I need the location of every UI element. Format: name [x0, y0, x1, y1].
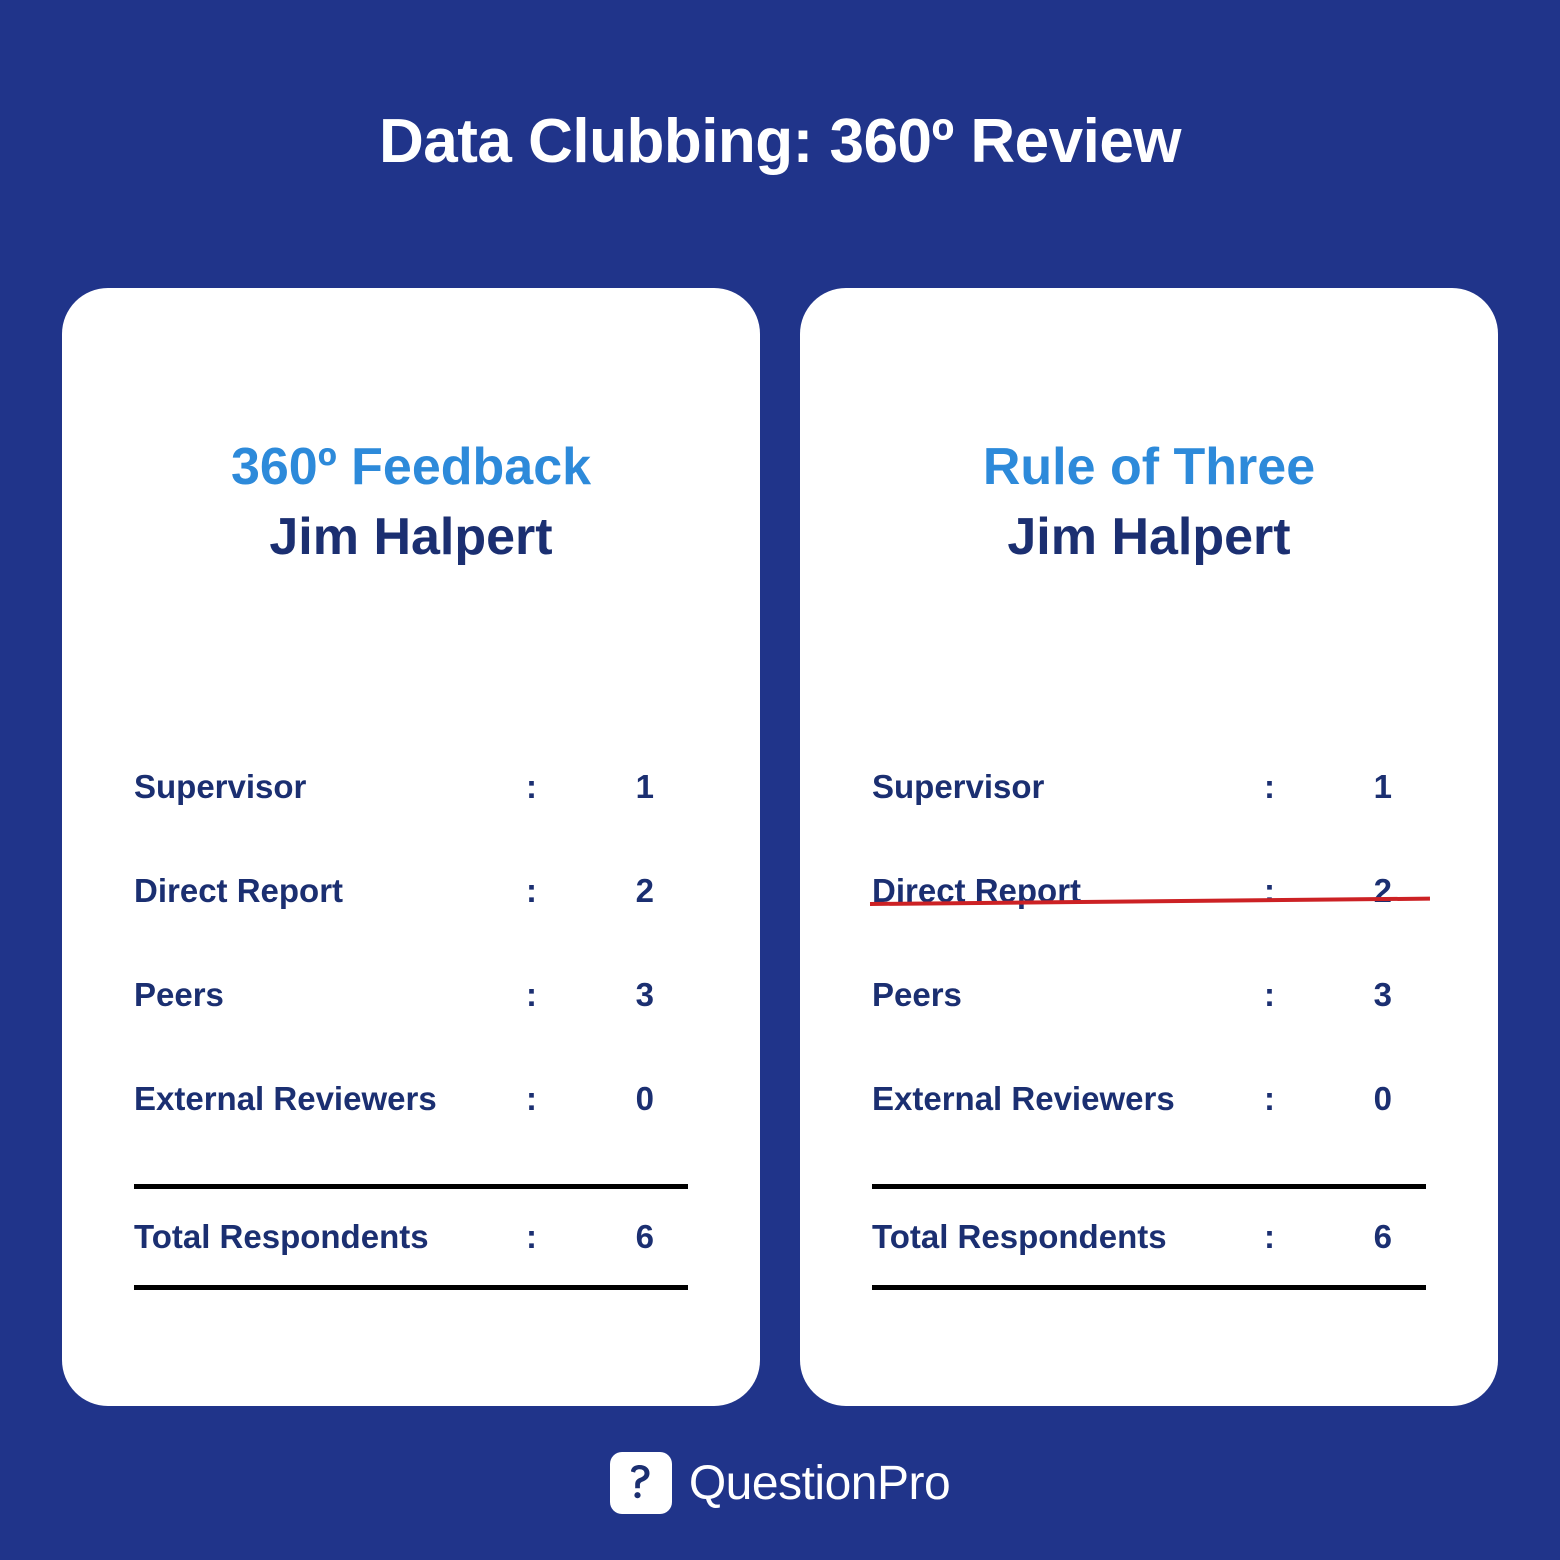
table-row: External Reviewers : 0: [872, 1080, 1426, 1184]
row-label: Peers: [872, 976, 962, 1013]
row-label: Direct Report: [134, 872, 344, 909]
row-value: 0: [1373, 1080, 1392, 1117]
table-row: Supervisor : 1: [134, 768, 688, 872]
total-rule-bottom: [872, 1285, 1426, 1290]
card-container: 360º Feedback Jim Halpert Supervisor : 1…: [62, 288, 1498, 1406]
footer-brand: QuestionPro: [0, 1452, 1560, 1514]
row-colon: :: [1264, 872, 1275, 909]
table-row: Peers : 3: [872, 976, 1426, 1080]
card-title: Rule of Three: [982, 438, 1316, 496]
page-title: Data Clubbing: 360º Review: [378, 107, 1182, 176]
questionpro-logo-icon: [609, 1452, 672, 1514]
card-heading: 360º Feedback Jim Halpert: [134, 288, 688, 568]
row-value: 0: [635, 1080, 654, 1117]
row-value: 2: [1373, 872, 1392, 909]
row-colon: :: [526, 768, 537, 805]
row-colon: :: [1264, 1080, 1275, 1117]
row-label: External Reviewers: [872, 1080, 1175, 1117]
total-colon: :: [526, 1218, 537, 1255]
table-row: Peers : 3: [134, 976, 688, 1080]
breakdown-list: Supervisor : 1 Direct Report : 2 Peers :…: [134, 768, 688, 1290]
row-colon: :: [526, 1080, 537, 1117]
row-label: Peers: [134, 976, 224, 1013]
table-row-excluded: Direct Report : 2: [869, 872, 1430, 976]
row-value: 3: [1373, 976, 1392, 1013]
row-colon: :: [1264, 768, 1275, 805]
card-subtitle: Jim Halpert: [269, 507, 553, 566]
row-colon: :: [526, 872, 537, 909]
table-row: Supervisor : 1: [872, 768, 1426, 872]
card-subtitle: Jim Halpert: [1007, 507, 1291, 566]
total-value: 6: [1373, 1218, 1392, 1255]
total-value: 6: [635, 1218, 654, 1255]
row-label: Supervisor: [134, 768, 307, 805]
row-value: 2: [635, 872, 654, 909]
card-heading: Rule of Three Jim Halpert: [872, 288, 1426, 568]
total-rule-bottom: [134, 1285, 688, 1290]
row-value: 1: [635, 768, 654, 805]
total-row: Total Respondents : 6: [134, 1189, 688, 1285]
total-label: Total Respondents: [872, 1218, 1167, 1255]
row-colon: :: [526, 976, 537, 1013]
total-row: Total Respondents : 6: [872, 1189, 1426, 1285]
card-360-feedback: 360º Feedback Jim Halpert Supervisor : 1…: [62, 288, 760, 1406]
row-value: 1: [1373, 768, 1392, 805]
breakdown-list: Supervisor : 1 Direct Report : 2 Peers :…: [869, 768, 1430, 1290]
row-label: Supervisor: [872, 768, 1045, 805]
table-row: Direct Report : 2: [134, 872, 688, 976]
card-title: 360º Feedback: [230, 438, 592, 496]
table-row: External Reviewers : 0: [134, 1080, 688, 1184]
card-rule-of-three: Rule of Three Jim Halpert Supervisor : 1…: [800, 288, 1498, 1406]
row-label: Direct Report: [872, 872, 1082, 909]
total-colon: :: [1264, 1218, 1275, 1255]
total-label: Total Respondents: [134, 1218, 429, 1255]
row-colon: :: [1264, 976, 1275, 1013]
brand-name: QuestionPro: [688, 1456, 951, 1510]
row-label: External Reviewers: [134, 1080, 437, 1117]
row-value: 3: [635, 976, 654, 1013]
